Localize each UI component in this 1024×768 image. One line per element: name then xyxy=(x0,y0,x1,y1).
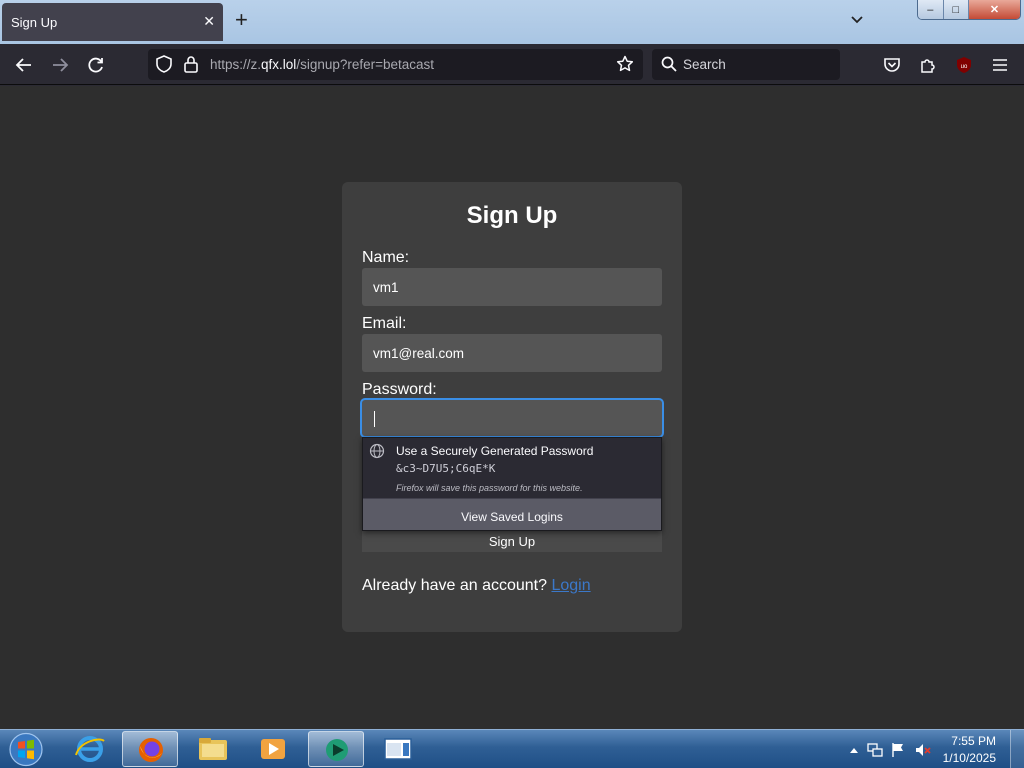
forward-icon[interactable] xyxy=(49,54,71,76)
login-link[interactable]: Login xyxy=(551,577,590,594)
addon-badge: uo xyxy=(961,64,968,70)
taskbar-media-player-icon[interactable] xyxy=(245,731,301,767)
search-icon xyxy=(658,53,680,75)
taskbar-file-explorer-icon[interactable] xyxy=(185,731,241,767)
tab-close-icon[interactable]: ✕ xyxy=(203,13,215,30)
window-controls: – □ ✕ xyxy=(917,0,1021,20)
globe-icon xyxy=(369,443,385,464)
page-content: Sign Up Name: vm1 Email: vm1@real.com Pa… xyxy=(0,86,1024,729)
search-input[interactable]: Search xyxy=(683,57,726,72)
name-label: Name: xyxy=(362,249,410,266)
reload-icon[interactable] xyxy=(85,54,107,76)
tab-title: Sign Up xyxy=(11,15,58,30)
bookmark-star-icon[interactable] xyxy=(614,53,636,75)
login-prompt: Already have an account? Login xyxy=(362,577,591,595)
action-center-flag-icon[interactable] xyxy=(887,739,909,761)
network-icon[interactable] xyxy=(864,739,886,761)
tab-strip: Sign Up ✕ + – □ ✕ xyxy=(0,0,1024,44)
page-title: Sign Up xyxy=(466,202,558,229)
back-icon[interactable] xyxy=(13,54,35,76)
email-label: Email: xyxy=(362,315,407,332)
generated-password-option[interactable]: Use a Securely Generated Password &c3~D7… xyxy=(363,438,661,498)
url-prefix: https://z. xyxy=(210,57,262,72)
show-desktop-button[interactable] xyxy=(1010,730,1024,768)
extensions-puzzle-icon[interactable] xyxy=(917,54,939,76)
taskbar-firefox-icon[interactable] xyxy=(122,731,178,767)
login-prompt-text: Already have an account? xyxy=(362,577,548,594)
clock-date[interactable]: 1/10/2025 xyxy=(936,751,996,765)
taskbar-media-center-icon[interactable] xyxy=(308,731,364,767)
text-caret xyxy=(374,411,375,427)
system-tray xyxy=(840,730,1024,768)
close-window-button[interactable]: ✕ xyxy=(969,0,1020,19)
minimize-button[interactable]: – xyxy=(918,0,944,19)
search-bar[interactable]: Search xyxy=(652,49,840,80)
pocket-icon[interactable] xyxy=(881,54,903,76)
volume-muted-icon[interactable] xyxy=(912,739,934,761)
clock-time[interactable]: 7:55 PM xyxy=(936,734,996,748)
taskbar-internet-explorer-icon[interactable] xyxy=(62,731,118,767)
windows-taskbar: 7:55 PM 1/10/2025 xyxy=(0,729,1024,768)
address-bar[interactable]: https://z.qfx.lol/signup?refer=betacast xyxy=(148,49,643,80)
password-field[interactable] xyxy=(360,398,664,438)
ublock-origin-icon[interactable]: uo xyxy=(953,54,975,76)
view-saved-logins-button[interactable]: View Saved Logins xyxy=(363,498,661,530)
tab-sign-up[interactable]: Sign Up ✕ xyxy=(2,3,223,41)
list-all-tabs-icon[interactable] xyxy=(850,12,864,30)
url-domain: qfx.lol xyxy=(261,57,297,72)
lock-icon[interactable] xyxy=(180,53,202,75)
navigation-toolbar: https://z.qfx.lol/signup?refer=betacast … xyxy=(0,44,1024,85)
password-autocomplete-popup: Use a Securely Generated Password &c3~D7… xyxy=(362,437,662,531)
email-field[interactable]: vm1@real.com xyxy=(362,334,662,372)
app-menu-hamburger-icon[interactable] xyxy=(989,54,1011,76)
password-label: Password: xyxy=(362,381,437,398)
url-path: /signup?refer=betacast xyxy=(296,57,435,72)
new-tab-button[interactable]: + xyxy=(235,9,248,31)
maximize-button[interactable]: □ xyxy=(943,0,970,19)
show-hidden-icons-icon[interactable] xyxy=(843,739,865,761)
tracking-protection-shield-icon[interactable] xyxy=(153,53,175,75)
generated-password-value: &c3~D7U5;C6qE*K xyxy=(396,462,496,475)
start-button[interactable] xyxy=(6,731,46,768)
signup-card: Sign Up Name: vm1 Email: vm1@real.com Pa… xyxy=(342,182,682,632)
taskbar-app-window-icon[interactable] xyxy=(370,731,426,767)
generated-password-title: Use a Securely Generated Password xyxy=(396,444,594,458)
name-field[interactable]: vm1 xyxy=(362,268,662,306)
generated-password-note: Firefox will save this password for this… xyxy=(396,483,583,493)
url-text: https://z.qfx.lol/signup?refer=betacast xyxy=(210,57,434,72)
